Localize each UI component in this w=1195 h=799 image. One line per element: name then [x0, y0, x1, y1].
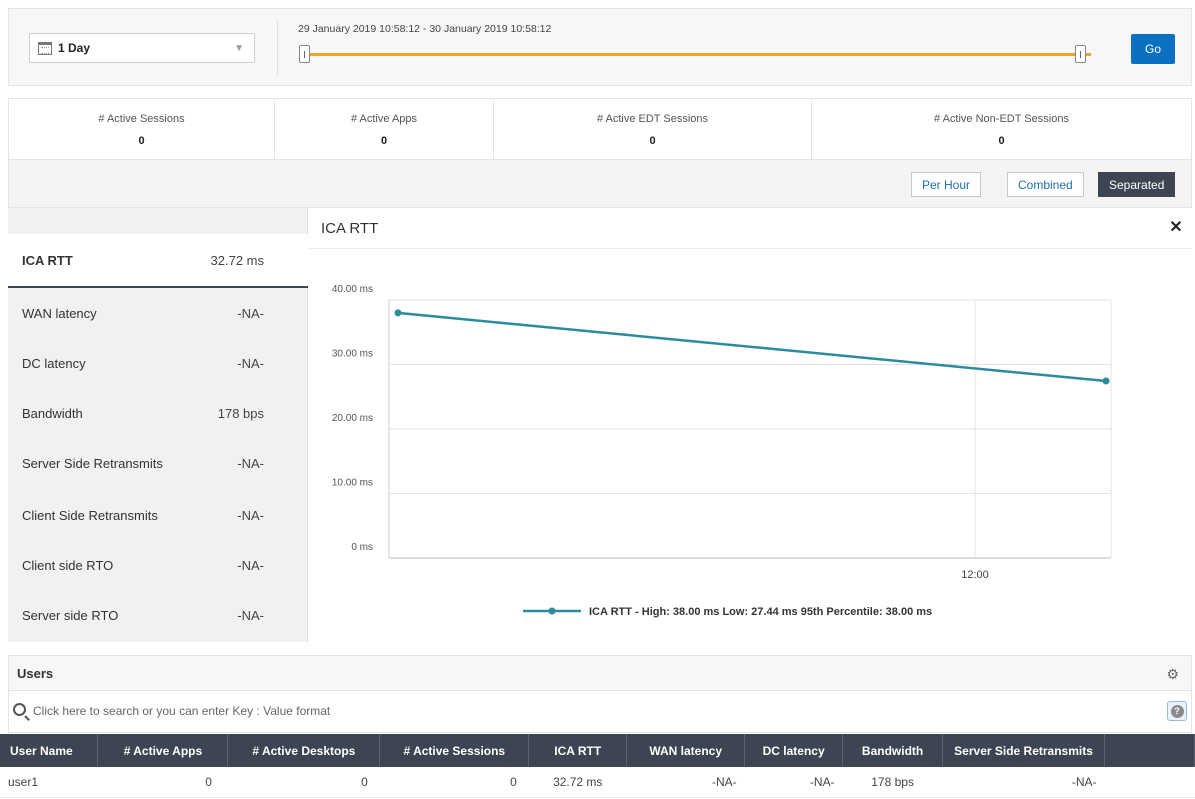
stat-active-non-edt-sessions: # Active Non-EDT Sessions 0 — [812, 99, 1191, 159]
metric-item-ica-rtt[interactable]: ICA RTT 32.72 ms — [8, 234, 308, 288]
column-header-dc-latency[interactable]: DC latency — [744, 734, 844, 767]
table-header-row: User Name # Active Apps # Active Desktop… — [0, 734, 1195, 767]
time-filter-bar: 1 Day ▼ 29 January 2019 10:58:12 - 30 Ja… — [8, 8, 1192, 86]
stat-value: 0 — [380, 135, 388, 147]
users-header: Users ⚙ — [8, 655, 1192, 691]
metric-label: DC latency — [22, 355, 86, 371]
chart-toolbar: Per Hour Combined Separated — [8, 160, 1192, 208]
cell-active-desktops: 0 — [227, 767, 380, 798]
column-header-active-sessions[interactable]: # Active Sessions — [379, 734, 530, 767]
metric-item-server-side-rto[interactable]: Server side RTO -NA- — [8, 590, 308, 640]
metric-value: -NA- — [237, 607, 264, 623]
stat-label: # Active Apps — [350, 113, 418, 125]
metric-label: Client Side Retransmits — [22, 507, 158, 523]
metric-label: ICA RTT — [22, 252, 73, 268]
duration-value: 1 Day — [58, 41, 91, 55]
column-header-ica-rtt[interactable]: ICA RTT — [528, 734, 628, 767]
metric-item-dc-latency[interactable]: DC latency -NA- — [8, 338, 308, 388]
search-icon — [13, 703, 26, 716]
stat-value: 0 — [998, 135, 1005, 147]
metric-item-server-side-retransmits[interactable]: Server Side Retransmits -NA- — [8, 438, 308, 488]
metric-label: Client side RTO — [22, 557, 114, 573]
data-point — [394, 309, 402, 317]
calendar-icon — [38, 41, 52, 55]
session-stats: # Active Sessions 0 # Active Apps 0 # Ac… — [8, 98, 1192, 160]
cell-overflow — [1104, 767, 1195, 798]
help-icon[interactable]: ? — [1167, 701, 1187, 721]
column-header-user-name[interactable]: User Name — [0, 734, 99, 767]
metric-item-bandwidth[interactable]: Bandwidth 178 bps — [8, 388, 308, 438]
cell-ica-rtt: 32.72 ms — [528, 767, 627, 798]
users-title: Users — [17, 666, 54, 681]
y-tick-label: 40.00 ms — [332, 284, 373, 295]
x-tick-label: 12:00 — [961, 569, 989, 581]
stat-value: 0 — [138, 135, 145, 147]
divider — [277, 21, 278, 75]
legend-label: ICA RTT - High: 38.00 ms Low: 27.44 ms 9… — [589, 606, 932, 618]
column-header-wan-latency[interactable]: WAN latency — [626, 734, 746, 767]
chevron-down-icon: ▼ — [234, 43, 244, 54]
ica-rtt-series-line — [397, 311, 1107, 383]
column-header-server-side-retransmits[interactable]: Server Side Retransmits — [942, 734, 1106, 767]
cell-active-sessions: 0 — [379, 767, 529, 798]
metric-value: -NA- — [237, 557, 264, 573]
gear-icon[interactable]: ⚙ — [1166, 666, 1179, 683]
user-name-link[interactable]: user1 — [0, 767, 98, 798]
metric-item-client-side-rto[interactable]: Client side RTO -NA- — [8, 540, 308, 590]
ica-rtt-line-chart: 0 ms 10.00 ms 20.00 ms 30.00 ms 40.00 ms 12:0… — [332, 284, 1112, 618]
metric-item-wan-latency[interactable]: WAN latency -NA- — [8, 288, 308, 338]
stat-label: # Active EDT Sessions — [596, 113, 709, 125]
per-hour-button[interactable]: Per Hour — [911, 172, 982, 197]
y-tick-label: 0 ms — [351, 542, 373, 553]
slider-end-handle[interactable] — [1075, 45, 1086, 63]
stat-active-sessions: # Active Sessions 0 — [9, 99, 275, 159]
cell-bandwidth: 178 bps — [842, 767, 943, 798]
go-button[interactable]: Go — [1131, 34, 1175, 64]
time-range-label: 29 January 2019 10:58:12 - 30 January 20… — [298, 23, 552, 35]
data-point — [1102, 377, 1110, 385]
stat-label: # Active Non-EDT Sessions — [934, 113, 1069, 125]
metric-value: -NA- — [237, 305, 264, 321]
column-header-overflow — [1104, 734, 1195, 767]
y-tick-label: 30.00 ms — [332, 349, 373, 360]
metric-label: Server side RTO — [22, 607, 119, 623]
column-header-bandwidth[interactable]: Bandwidth — [842, 734, 944, 767]
table-row[interactable]: user1 0 0 0 32.72 ms -NA- -NA- 178 bps -… — [0, 767, 1195, 798]
stat-active-edt-sessions: # Active EDT Sessions 0 — [494, 99, 812, 159]
users-search-bar: ? — [8, 691, 1192, 733]
duration-select[interactable]: 1 Day ▼ — [29, 33, 255, 63]
cell-dc-latency: -NA- — [744, 767, 843, 798]
metric-label: WAN latency — [22, 305, 97, 321]
metric-label: Bandwidth — [22, 405, 83, 421]
column-header-active-desktops[interactable]: # Active Desktops — [227, 734, 381, 767]
chart-panel: ICA RTT ✕ 0 ms 10.00 ms 20.00 ms 30.00 ms 40… — [309, 208, 1192, 642]
y-tick-label: 10.00 ms — [332, 478, 373, 489]
metric-label: Server Side Retransmits — [22, 455, 163, 471]
stat-label: # Active Sessions — [98, 113, 185, 125]
users-search-input[interactable] — [33, 699, 1153, 723]
stat-value: 0 — [649, 135, 656, 147]
legend-marker — [548, 607, 556, 615]
stat-active-apps: # Active Apps 0 — [275, 99, 494, 159]
combined-button[interactable]: Combined — [1007, 172, 1084, 197]
column-header-active-apps[interactable]: # Active Apps — [97, 734, 229, 767]
metric-value: -NA- — [237, 355, 264, 371]
metric-value: 178 bps — [217, 405, 264, 421]
y-tick-label: 20.00 ms — [332, 413, 373, 424]
cell-active-apps: 0 — [97, 767, 228, 798]
metric-list: ICA RTT 32.72 ms WAN latency -NA- DC lat… — [8, 208, 308, 642]
users-table: User Name # Active Apps # Active Desktop… — [0, 734, 1195, 798]
metric-value: 32.72 ms — [210, 252, 264, 268]
separated-button[interactable]: Separated — [1098, 172, 1176, 197]
metric-item-client-side-retransmits[interactable]: Client Side Retransmits -NA- — [8, 490, 308, 540]
cell-wan-latency: -NA- — [626, 767, 745, 798]
metric-value: -NA- — [237, 507, 264, 523]
cell-server-side-retransmits: -NA- — [942, 767, 1105, 798]
slider-start-handle[interactable] — [299, 45, 310, 63]
metric-value: -NA- — [237, 455, 264, 471]
time-range-slider[interactable] — [305, 53, 1091, 56]
